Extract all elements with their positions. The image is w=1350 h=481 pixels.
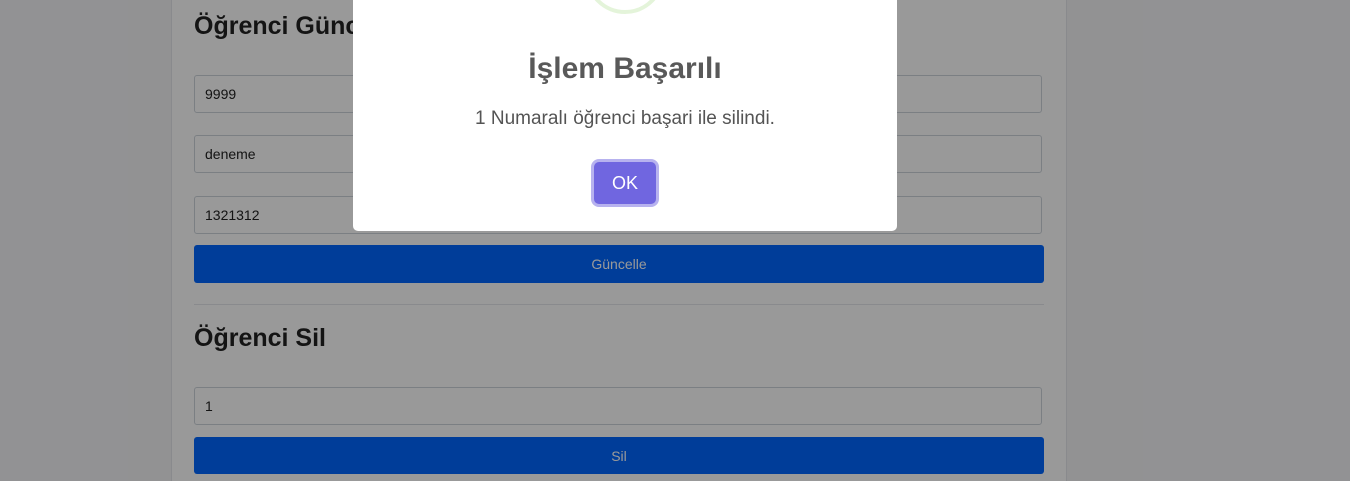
ok-button[interactable]: OK (594, 162, 656, 204)
success-dialog: İşlem Başarılı 1 Numaralı öğrenci başari… (353, 0, 897, 231)
success-check-icon (585, 0, 665, 14)
dialog-title: İşlem Başarılı (528, 52, 722, 85)
dialog-message: 1 Numaralı öğrenci başari ile silindi. (475, 108, 775, 129)
page: Öğrenci Güncelle Güncelle Öğrenci Sil Si… (0, 0, 1350, 481)
